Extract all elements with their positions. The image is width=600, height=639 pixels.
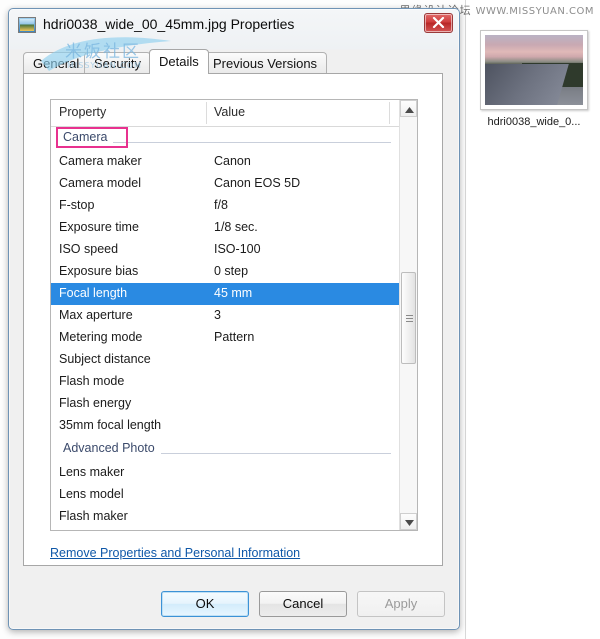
property-value-cell: 3 [214,308,221,322]
tab-strip: General Security Details Previous Versio… [23,49,443,74]
tab-general[interactable]: General [23,52,89,74]
property-value-cell: 0 step [214,264,248,278]
close-button[interactable] [424,13,453,33]
tab-details[interactable]: Details [149,49,209,74]
property-name-cell: Camera maker [59,154,142,168]
table-row[interactable]: Max aperture 3 [51,305,399,327]
listbox-vertical-scrollbar[interactable] [399,100,417,530]
table-row[interactable]: Camera maker Canon [51,151,399,173]
tab-security[interactable]: Security [84,52,151,74]
column-header-value[interactable]: Value [214,105,245,119]
property-name-cell: Flash mode [59,374,124,388]
scrollbar-thumb[interactable] [401,272,416,364]
property-group-header[interactable]: Advanced Photo [51,437,399,462]
dialog-title: hdri0038_wide_00_45mm.jpg Properties [43,16,294,32]
properties-dialog: hdri0038_wide_00_45mm.jpg Properties Gen… [8,8,460,630]
chevron-down-icon [405,520,414,526]
property-value-cell: Canon [214,154,251,168]
table-row[interactable]: Camera model Canon EOS 5D [51,173,399,195]
remove-properties-link[interactable]: Remove Properties and Personal Informati… [50,546,300,560]
ok-button[interactable]: OK [161,591,249,617]
property-name-cell: Metering mode [59,330,142,344]
annotation-highlight-box [56,127,128,148]
property-value-cell: Canon EOS 5D [214,176,300,190]
table-row[interactable]: Metering mode Pattern [51,327,399,349]
property-name-cell: Camera model [59,176,141,190]
sunset-road-photo-thumbnail [485,35,583,105]
scroll-down-button[interactable] [400,513,417,530]
property-name-cell: F-stop [59,198,94,212]
thumbnail-filename-label: hdri0038_wide_0... [475,116,593,128]
property-name-cell: 35mm focal length [59,418,161,432]
thumbnail-frame [480,30,588,110]
details-tab-panel: Property Value CameraCamera makerCanonCa… [23,73,443,566]
property-rows: Camera Camera maker Canon Camera model Canon… [51,126,399,530]
property-value-cell: f/8 [214,198,228,212]
table-row[interactable]: Flash energy [51,393,399,415]
watermark-url-text: WWW.MISSYUAN.COM [476,6,594,17]
table-row[interactable]: Exposure bias 0 step [51,261,399,283]
property-name-cell: Lens maker [59,465,124,479]
file-thumbnail-item[interactable]: hdri0038_wide_0... [475,30,593,145]
property-name-cell: Max aperture [59,308,133,322]
dialog-footer: OK Cancel Apply [9,591,459,621]
column-header-property[interactable]: Property [59,105,106,119]
property-group-header[interactable]: Camera [51,126,399,151]
property-name-cell: Focal length [59,286,127,300]
property-name-cell: Exposure time [59,220,139,234]
table-row[interactable]: 35mm focal length [51,415,399,437]
property-name-cell: Flash energy [59,396,131,410]
table-row[interactable]: Flash maker [51,506,399,528]
table-row[interactable]: Lens model [51,484,399,506]
properties-listbox[interactable]: Property Value CameraCamera makerCanonCa… [50,99,418,531]
close-icon [432,17,445,28]
image-file-icon [18,17,36,33]
table-row[interactable]: Flash mode [51,371,399,393]
explorer-pane: hdri0038_wide_0... [465,0,600,639]
property-group-label: Advanced Photo [63,441,161,455]
property-name-cell: Lens model [59,487,124,501]
screenshot-root: hdri0038_wide_0... 思缘设计论坛WWW.MISSYUAN.CO… [0,0,600,639]
cancel-button[interactable]: Cancel [259,591,347,617]
dialog-titlebar[interactable]: hdri0038_wide_00_45mm.jpg Properties [9,9,459,42]
table-row[interactable]: ISO speed ISO-100 [51,239,399,261]
property-name-cell: ISO speed [59,242,118,256]
property-value-cell: Pattern [214,330,254,344]
property-name-cell: Subject distance [59,352,151,366]
listbox-header: Property Value [51,100,417,127]
table-row[interactable]: F-stop f/8 [51,195,399,217]
apply-button[interactable]: Apply [357,591,445,617]
table-row[interactable]: Subject distance [51,349,399,371]
property-value-cell: ISO-100 [214,242,261,256]
property-value-cell: 1/8 sec. [214,220,258,234]
scrollbar-grip-icon [406,315,413,322]
property-value-cell: 45 mm [214,286,252,300]
table-row[interactable]: Exposure time 1/8 sec. [51,217,399,239]
property-name-cell: Exposure bias [59,264,138,278]
tab-previous-versions[interactable]: Previous Versions [203,52,327,74]
chevron-up-icon [405,107,414,113]
property-name-cell: Flash maker [59,509,128,523]
table-row[interactable]: Focal length 45 mm [51,283,399,305]
scroll-up-button[interactable] [400,100,417,117]
table-row[interactable]: Lens maker [51,462,399,484]
